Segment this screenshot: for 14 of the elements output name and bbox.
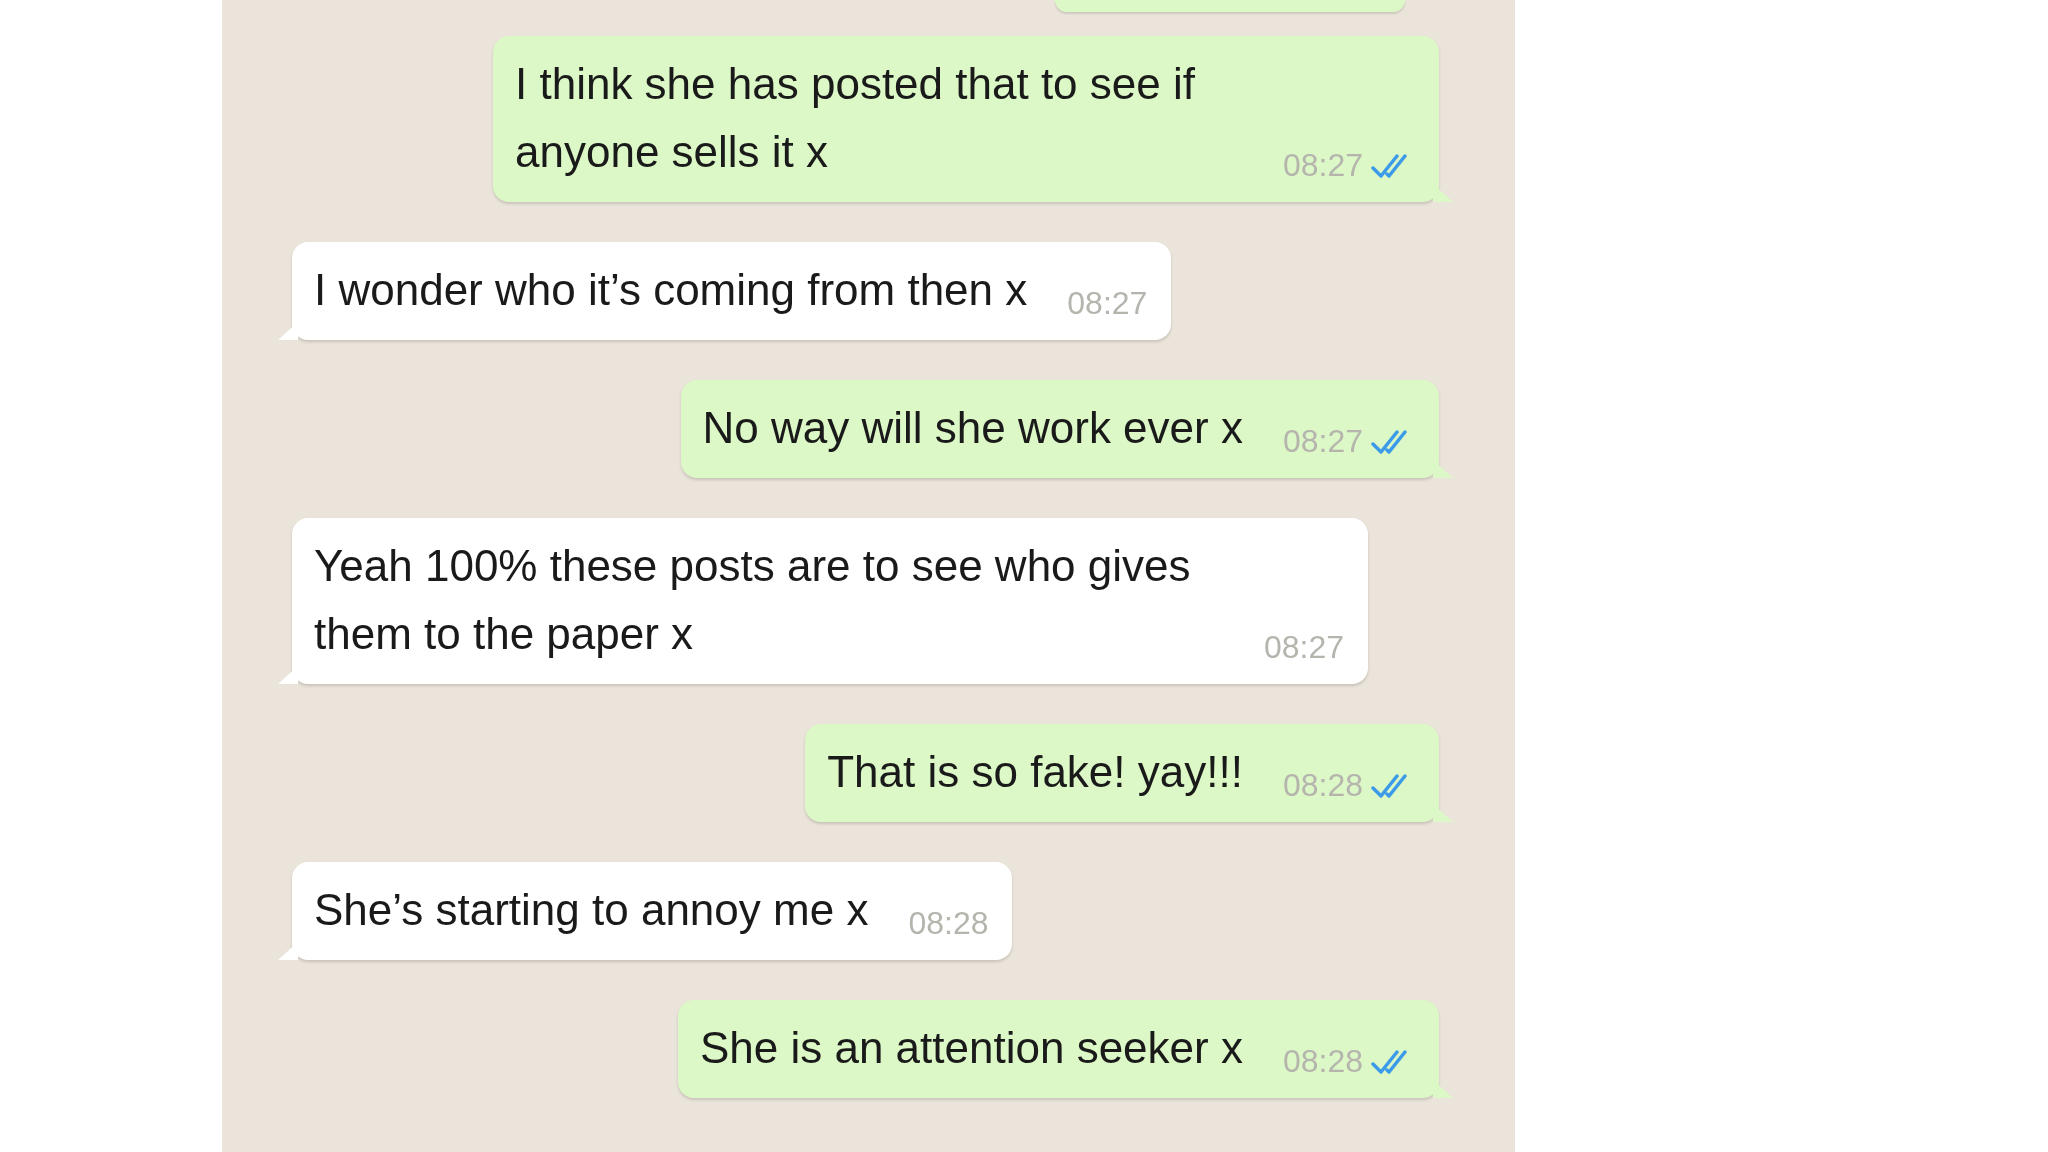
message-text: She’s starting to annoy me x: [314, 884, 869, 936]
message-text: I think she has posted that to see if anyone sells it x: [515, 58, 1196, 178]
message-text: I wonder who it’s coming from then x: [314, 264, 1028, 316]
message-time: 08:27: [1067, 285, 1148, 322]
message-time: 08:28: [1282, 1043, 1363, 1080]
message-time: 08:27: [1282, 423, 1363, 460]
message-time: 08:27: [1263, 629, 1344, 666]
message-text: That is so fake! yay!!!: [827, 746, 1243, 798]
message-text: She is an attention seeker x: [699, 1022, 1243, 1074]
message-time: 08:28: [1282, 767, 1363, 804]
message-text: No way will she work ever x: [702, 402, 1243, 454]
message-time: 08:28: [908, 905, 989, 942]
message-text: Yeah 100% these posts are to see who gives them to the paper x: [314, 540, 1192, 660]
message-time: 08:27: [1282, 147, 1363, 184]
